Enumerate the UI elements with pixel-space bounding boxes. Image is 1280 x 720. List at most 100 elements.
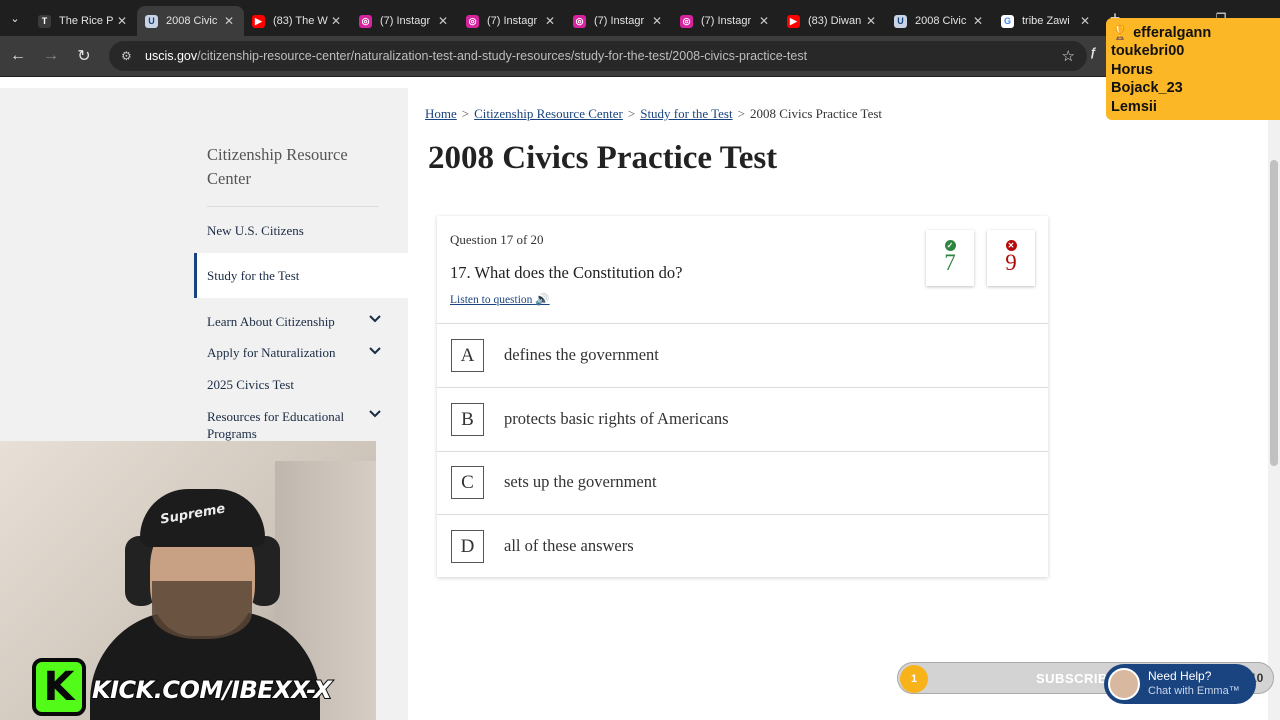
sidebar-item-study-for-the-test[interactable]: Study for the Test — [207, 268, 299, 284]
tab-search-chevron-icon[interactable]: ⌄ — [0, 0, 30, 36]
tab-close-icon[interactable]: ✕ — [222, 14, 236, 28]
tab-3[interactable]: ◎ (7) Instagr ✕ — [351, 6, 458, 36]
breadcrumb-current: 2008 Civics Practice Test — [749, 106, 883, 121]
speaker-icon: 🔊 — [535, 294, 550, 306]
site-settings-icon[interactable]: ⚙ — [121, 49, 137, 63]
chat-user: toukebri00 — [1111, 43, 1185, 60]
question-header: Question 17 of 20 17. What does the Cons… — [437, 216, 1048, 324]
answer-letter: C — [451, 466, 484, 499]
breadcrumb-separator: > — [627, 106, 636, 121]
tab-title: (83) The W — [273, 15, 328, 27]
tab-title: (7) Instagr — [380, 15, 431, 27]
tab-favicon-icon: ◎ — [359, 14, 372, 28]
listen-label: Listen to question — [450, 294, 533, 306]
tab-title: (83) Diwan — [808, 15, 862, 27]
breadcrumb-home-link[interactable]: Home — [425, 106, 457, 121]
tab-favicon-icon: ◎ — [680, 14, 693, 28]
listen-to-question-link[interactable]: Listen to question 🔊 — [450, 292, 550, 306]
reload-icon[interactable]: ↻ — [69, 41, 99, 71]
tab-1[interactable]: U 2008 Civic ✕ — [137, 6, 244, 36]
answer-text: all of these answers — [504, 536, 634, 555]
address-bar[interactable]: ⚙ uscis.gov/citizenship-resource-center/… — [109, 41, 1087, 71]
answer-option-a[interactable]: A defines the government — [437, 324, 1048, 388]
chat-user: Lemsii — [1111, 98, 1157, 115]
sidebar-item-2025-civics-test[interactable]: 2025 Civics Test — [207, 377, 294, 393]
tab-close-icon[interactable]: ✕ — [757, 14, 771, 28]
tab-close-icon[interactable]: ✕ — [971, 14, 985, 28]
tab-title: 2008 Civic — [915, 15, 967, 27]
page-title: 2008 Civics Practice Test — [428, 140, 778, 176]
breadcrumb: Home > Citizenship Resource Center > Study f… — [425, 106, 882, 122]
answer-letter: B — [451, 403, 484, 436]
answer-option-b[interactable]: B protects basic rights of Americans — [437, 388, 1048, 452]
bookmark-star-icon[interactable]: ☆ — [1062, 47, 1075, 65]
incorrect-count: 9 — [1005, 250, 1017, 275]
sidebar-item-learn-about-citizenship[interactable]: Learn About Citizenship — [207, 314, 335, 330]
chevron-down-icon[interactable] — [368, 344, 382, 358]
need-help-chat-widget[interactable]: Need Help? Chat with Emma™ — [1104, 664, 1256, 704]
tab-0[interactable]: T The Rice P ✕ — [30, 6, 137, 36]
tab-bar: ⌄ T The Rice P ✕ U 2008 Civic ✕ ▶ (83) The W ✕… — [0, 0, 1280, 36]
tab-close-icon[interactable]: ✕ — [115, 14, 129, 28]
emma-avatar — [1108, 668, 1140, 700]
chat-user-row: 🏆 efferalgann — [1111, 24, 1275, 42]
trophy-icon: 🏆 — [1111, 25, 1130, 41]
back-arrow-icon[interactable]: ← — [3, 41, 33, 71]
tab-close-icon[interactable]: ✕ — [543, 14, 557, 28]
answer-text: sets up the government — [504, 472, 657, 491]
answer-option-c[interactable]: C sets up the government — [437, 451, 1048, 515]
tab-5[interactable]: ◎ (7) Instagr ✕ — [565, 6, 672, 36]
tab-2[interactable]: ▶ (83) The W ✕ — [244, 6, 351, 36]
sidebar-item-resources-educational[interactable]: Resources for Educational Programs — [207, 408, 367, 442]
tab-7[interactable]: ▶ (83) Diwan ✕ — [779, 6, 886, 36]
tab-close-icon[interactable]: ✕ — [329, 14, 343, 28]
tab-favicon-icon: U — [145, 14, 158, 28]
sidebar-item-apply-for-naturalization[interactable]: Apply for Naturalization — [207, 345, 336, 361]
breadcrumb-separator: > — [461, 106, 470, 121]
kick-branding: K KICK.COM/IBEXX-X — [32, 658, 333, 716]
tab-favicon-icon: U — [894, 14, 907, 28]
scrollbar-thumb[interactable] — [1270, 160, 1278, 466]
chat-user: efferalgann — [1133, 25, 1212, 41]
tab-favicon-icon: ◎ — [573, 14, 586, 28]
tab-close-icon[interactable]: ✕ — [1078, 14, 1092, 28]
chat-user: Bojack_23 — [1111, 80, 1183, 97]
answer-letter: D — [451, 530, 484, 563]
tab-9[interactable]: Gtribe Zawi ✕ — [993, 6, 1100, 36]
incorrect-score-card: ✕ 9 — [987, 230, 1035, 286]
answer-option-d[interactable]: D all of these answers — [437, 515, 1048, 579]
tab-title: 2008 Civic — [166, 15, 218, 27]
tab-8[interactable]: U 2008 Civic ✕ — [886, 6, 993, 36]
subscribers-count: 1 — [900, 665, 928, 693]
chevron-down-icon[interactable] — [368, 312, 382, 326]
question-progress: Question 17 of 20 — [450, 232, 544, 247]
quiz-card: Question 17 of 20 17. What does the Cons… — [437, 216, 1048, 577]
answer-letter: A — [451, 339, 484, 372]
correct-count: 7 — [944, 250, 956, 275]
tab-favicon-icon: T — [38, 14, 51, 28]
breadcrumb-study-link[interactable]: Study for the Test — [640, 106, 732, 121]
answer-text: defines the government — [504, 345, 659, 364]
sidebar-divider — [207, 206, 379, 207]
chevron-down-icon[interactable] — [368, 407, 382, 421]
tab-close-icon[interactable]: ✕ — [436, 14, 450, 28]
tab-title: The Rice P — [59, 15, 114, 27]
webcam-person-beard — [152, 581, 252, 639]
sidebar-item-new-us-citizens[interactable]: New U.S. Citizens — [207, 223, 304, 239]
breadcrumb-crc-link[interactable]: Citizenship Resource Center — [474, 106, 623, 121]
tab-close-icon[interactable]: ✕ — [650, 14, 664, 28]
kick-url: KICK.COM/IBEXX-X — [91, 675, 333, 705]
tab-title: (7) Instagr — [487, 15, 538, 27]
forward-arrow-icon[interactable]: → — [36, 41, 66, 71]
tab-close-icon[interactable]: ✕ — [864, 14, 878, 28]
tab-favicon-icon: G — [1001, 14, 1014, 28]
url-host: uscis.gov — [145, 49, 198, 63]
need-help-label: Need Help? — [1148, 669, 1212, 683]
tab-4[interactable]: ◎ (7) Instagr ✕ — [458, 6, 565, 36]
chat-user: Horus — [1111, 61, 1153, 78]
tab-6[interactable]: ◎ (7) Instagr ✕ — [672, 6, 779, 36]
sidebar-title: Citizenship Resource Center — [207, 145, 348, 188]
tab-title: (7) Instagr — [594, 15, 645, 27]
tab-favicon-icon: ▶ — [252, 14, 265, 28]
extension-icon[interactable]: ƒ — [1090, 45, 1097, 59]
